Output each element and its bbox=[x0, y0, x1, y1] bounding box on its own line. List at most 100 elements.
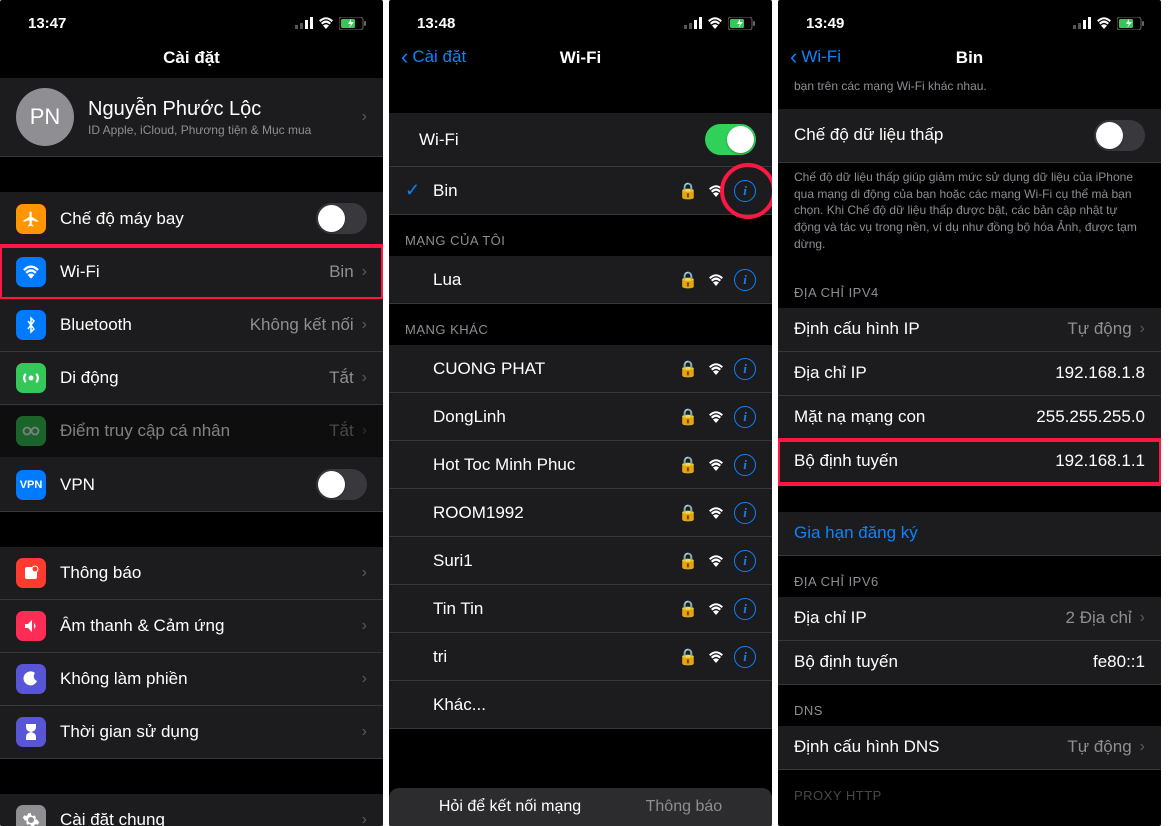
connected-network-row[interactable]: ✓ Bin 🔒 i bbox=[389, 167, 772, 215]
back-button[interactable]: ‹ Cài đặt bbox=[401, 46, 466, 68]
hotspot-row[interactable]: Điểm truy cập cá nhân Tắt › bbox=[0, 405, 383, 458]
lock-icon: 🔒 bbox=[678, 407, 698, 427]
network-row[interactable]: Hot Toc Minh Phuc🔒i bbox=[389, 441, 772, 489]
general-label: Cài đặt chung bbox=[60, 810, 354, 826]
wifi-row[interactable]: Wi-Fi Bin › bbox=[0, 246, 383, 299]
info-icon[interactable]: i bbox=[734, 646, 756, 668]
config-ip-row[interactable]: Định cấu hình IP Tự động › bbox=[778, 308, 1161, 352]
wifi-value: Bin bbox=[329, 262, 354, 282]
info-icon[interactable]: i bbox=[734, 358, 756, 380]
ask-label: Hỏi để kết nối mạng bbox=[439, 798, 581, 815]
cellular-signal-icon bbox=[1073, 17, 1091, 29]
info-icon[interactable]: i bbox=[734, 598, 756, 620]
notifications-row[interactable]: Thông báo › bbox=[0, 547, 383, 600]
hotspot-icon bbox=[16, 416, 46, 446]
renew-label: Gia hạn đăng ký bbox=[794, 523, 1145, 543]
low-data-row[interactable]: Chế độ dữ liệu thấp bbox=[778, 109, 1161, 163]
network-row[interactable]: Tin Tin🔒i bbox=[389, 585, 772, 633]
low-data-desc: Chế độ dữ liệu thấp giúp giảm mức sử dụn… bbox=[778, 163, 1161, 267]
profile-name: Nguyễn Phước Lộc bbox=[88, 98, 354, 121]
network-row[interactable]: CUONG PHAT🔒 i bbox=[389, 345, 772, 393]
subnet-label: Mặt nạ mạng con bbox=[794, 407, 1036, 427]
network-name: Lua bbox=[427, 270, 678, 290]
network-name: ROOM1992 bbox=[427, 503, 678, 523]
subnet-row: Mặt nạ mạng con 255.255.255.0 bbox=[778, 396, 1161, 440]
info-icon[interactable]: i bbox=[734, 406, 756, 428]
dns-config-label: Định cấu hình DNS bbox=[794, 737, 1067, 757]
chevron-icon: › bbox=[362, 617, 367, 635]
check-icon: ✓ bbox=[405, 180, 427, 201]
chevron-icon: › bbox=[362, 670, 367, 688]
network-row[interactable]: DongLinh🔒i bbox=[389, 393, 772, 441]
dns-config-value: Tự động bbox=[1067, 737, 1131, 757]
info-icon[interactable]: i bbox=[734, 454, 756, 476]
profile-row[interactable]: PN Nguyễn Phước Lộc ID Apple, iCloud, Ph… bbox=[0, 78, 383, 157]
cellular-signal-icon bbox=[684, 17, 702, 29]
lock-icon: 🔒 bbox=[678, 359, 698, 379]
cellular-label: Di động bbox=[60, 368, 329, 388]
network-row[interactable]: Suri1🔒i bbox=[389, 537, 772, 585]
wifi-status-icon bbox=[1096, 17, 1112, 29]
network-row[interactable]: tri🔒i bbox=[389, 633, 772, 681]
section-header-other: MẠNG KHÁC bbox=[389, 304, 772, 345]
network-name: CUONG PHAT bbox=[427, 359, 678, 379]
bluetooth-value: Không kết nối bbox=[250, 315, 354, 335]
airplane-row[interactable]: Chế độ máy bay bbox=[0, 192, 383, 246]
wifi-toggle[interactable] bbox=[705, 124, 756, 155]
dnd-label: Không làm phiền bbox=[60, 669, 354, 689]
chevron-icon: › bbox=[1140, 609, 1145, 627]
dns-config-row[interactable]: Định cấu hình DNS Tự động › bbox=[778, 726, 1161, 770]
status-time: 13:47 bbox=[28, 15, 66, 32]
bluetooth-icon bbox=[16, 310, 46, 340]
router-label: Bộ định tuyến bbox=[794, 451, 1055, 471]
dnd-row[interactable]: Không làm phiền › bbox=[0, 653, 383, 706]
wifi-signal-icon bbox=[708, 411, 724, 423]
status-icons bbox=[684, 17, 756, 30]
wifi-toggle-row[interactable]: Wi-Fi bbox=[389, 113, 772, 167]
other-network-row[interactable]: Khác... bbox=[389, 681, 772, 729]
screentime-label: Thời gian sử dụng bbox=[60, 722, 354, 742]
bluetooth-row[interactable]: Bluetooth Không kết nối › bbox=[0, 299, 383, 352]
ipv6-ip-label: Địa chỉ IP bbox=[794, 608, 1066, 628]
ipv4-header: ĐỊA CHỈ IPV4 bbox=[778, 267, 1161, 308]
sound-label: Âm thanh & Cảm ứng bbox=[60, 616, 354, 636]
network-name: Hot Toc Minh Phuc bbox=[427, 455, 678, 475]
vpn-row[interactable]: VPN VPN bbox=[0, 458, 383, 512]
network-name: Suri1 bbox=[427, 551, 678, 571]
renew-lease-row[interactable]: Gia hạn đăng ký bbox=[778, 512, 1161, 556]
wifi-icon bbox=[16, 257, 46, 287]
back-button[interactable]: ‹ Wi-Fi bbox=[790, 46, 841, 68]
screentime-row[interactable]: Thời gian sử dụng › bbox=[0, 706, 383, 759]
lock-icon: 🔒 bbox=[678, 599, 698, 619]
hotspot-label: Điểm truy cập cá nhân bbox=[60, 421, 329, 441]
info-icon[interactable]: i bbox=[734, 502, 756, 524]
airplane-toggle[interactable] bbox=[316, 203, 367, 234]
network-row[interactable]: Lua🔒 i bbox=[389, 256, 772, 304]
cellular-row[interactable]: Di động Tắt › bbox=[0, 352, 383, 405]
page-title: Bin bbox=[956, 48, 983, 67]
ipv6-router-label: Bộ định tuyến bbox=[794, 652, 1093, 672]
sound-icon bbox=[16, 611, 46, 641]
wifi-signal-icon bbox=[708, 274, 724, 286]
info-icon[interactable]: i bbox=[734, 269, 756, 291]
chevron-icon: › bbox=[362, 316, 367, 334]
chevron-icon: › bbox=[362, 564, 367, 582]
network-row[interactable]: ROOM1992🔒i bbox=[389, 489, 772, 537]
info-icon[interactable]: i bbox=[734, 180, 756, 202]
ask-value: Thông báo bbox=[646, 798, 723, 815]
section-header-mine: MẠNG CỦA TÔI bbox=[389, 215, 772, 256]
subnet-value: 255.255.255.0 bbox=[1036, 407, 1145, 427]
avatar: PN bbox=[16, 88, 74, 146]
low-data-toggle[interactable] bbox=[1094, 120, 1145, 151]
lock-icon: 🔒 bbox=[678, 270, 698, 290]
vpn-toggle[interactable] bbox=[316, 469, 367, 500]
chevron-icon: › bbox=[362, 422, 367, 440]
lock-icon: 🔒 bbox=[678, 181, 698, 201]
general-row[interactable]: Cài đặt chung › bbox=[0, 794, 383, 826]
sound-row[interactable]: Âm thanh & Cảm ứng › bbox=[0, 600, 383, 653]
info-icon[interactable]: i bbox=[734, 550, 756, 572]
ask-to-join-row[interactable]: Hỏi để kết nối mạng Thông báo bbox=[389, 788, 772, 826]
ipv6-ip-row[interactable]: Địa chỉ IP 2 Địa chỉ › bbox=[778, 597, 1161, 641]
vpn-label: VPN bbox=[60, 475, 316, 495]
back-label: Wi-Fi bbox=[801, 47, 841, 67]
